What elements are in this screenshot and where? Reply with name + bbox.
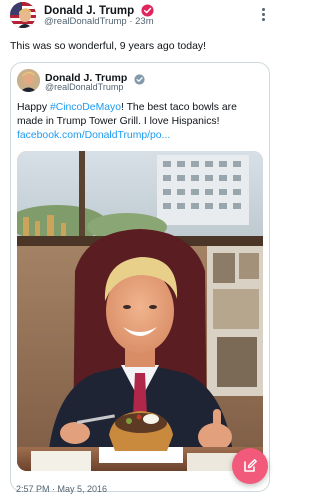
quoted-tweet-card[interactable]: Donald J. Trump @realDonaldTrump Happy #… [10,62,270,492]
author-handle-row: @realDonaldTrump · 23m [44,16,154,27]
post-age[interactable]: 23m [135,16,153,27]
author-name-row: Donald J. Trump [44,2,154,17]
hashtag-link[interactable]: #CincoDeMayo [50,102,121,113]
author-avatar[interactable] [10,2,36,28]
tweet-text: This was so wonderful, 9 years ago today… [10,40,207,52]
tweet-photo[interactable] [17,151,263,471]
quoted-author-handle[interactable]: @realDonaldTrump [45,82,123,92]
verified-badge-icon [134,72,145,85]
avatar-flag-image [10,2,36,28]
compose-button[interactable] [232,448,268,484]
author-name[interactable]: Donald J. Trump [44,5,134,17]
compose-icon [244,459,257,472]
tweet-header: Donald J. Trump @realDonaldTrump · 23m [10,2,270,30]
quoted-text-before: Happy [17,102,50,113]
quoted-author-avatar[interactable] [17,69,40,92]
external-link[interactable]: facebook.com/DonaldTrump/po... [17,130,170,141]
quoted-avatar-image [17,69,40,92]
quoted-tweet-text: Happy #CincoDeMayo! The best taco bowls … [17,101,265,143]
post-timestamp[interactable]: 2:57 PM · May 5, 2016 [16,484,107,494]
author-handle[interactable]: @realDonaldTrump [44,16,127,27]
photo-of-man-with-taco-bowl [17,151,263,471]
more-options-icon[interactable] [262,8,266,24]
